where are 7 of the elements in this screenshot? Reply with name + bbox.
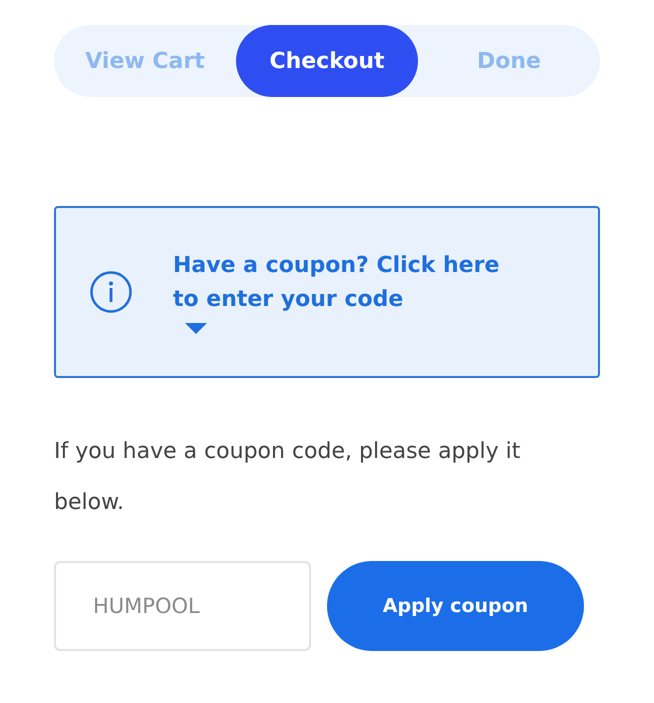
instructions-text: If you have a coupon code, please apply it below. — [54, 438, 522, 517]
coupon-link[interactable]: Have a coupon? Click here to enter your code — [173, 249, 503, 317]
info-icon — [89, 270, 133, 314]
coupon-input[interactable]: HUMPOOL — [54, 561, 311, 651]
coupon-notice[interactable]: Have a coupon? Click here to enter your code — [54, 206, 600, 378]
apply-coupon-button[interactable]: Apply coupon — [327, 561, 584, 651]
step-tab[interactable]: Checkout — [236, 25, 418, 97]
